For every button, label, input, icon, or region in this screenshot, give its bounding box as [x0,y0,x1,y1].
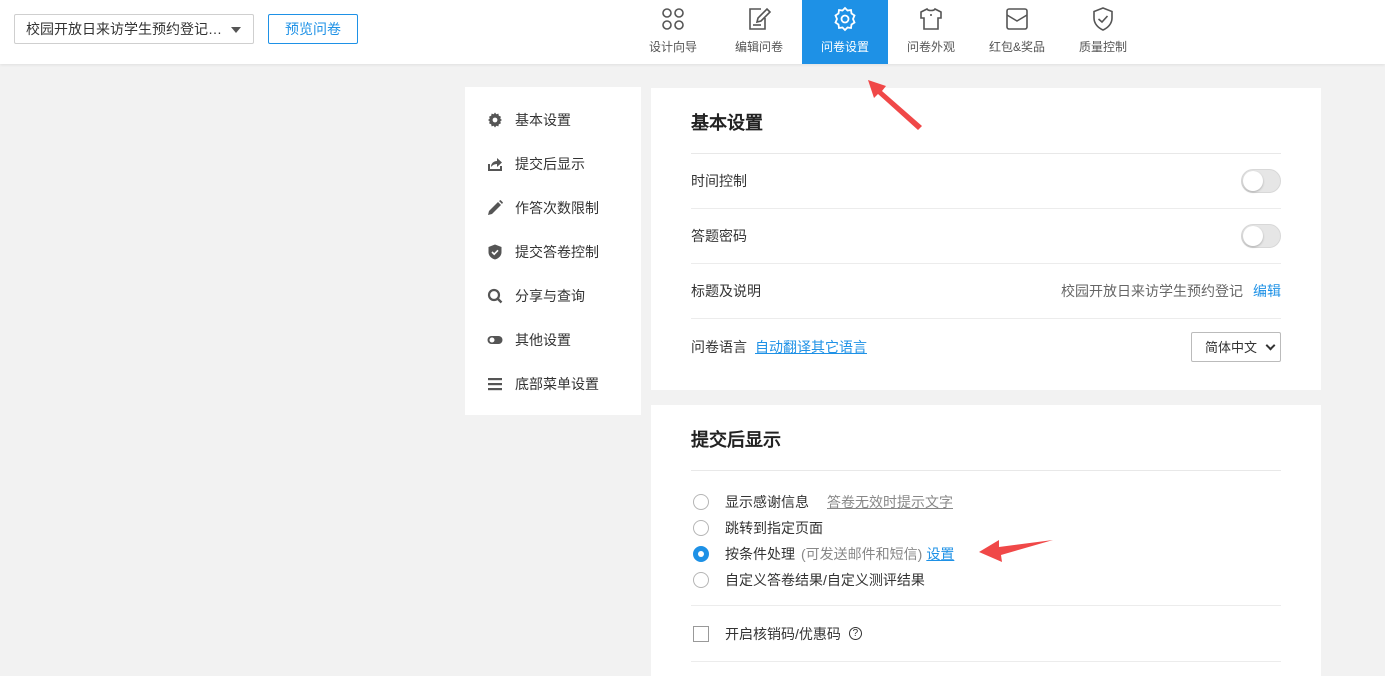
help-icon[interactable]: ? [848,627,862,640]
nav-red-envelope[interactable]: 红包&奖品 [974,0,1060,64]
main-nav: 设计向导 编辑问卷 问卷设置 问卷外观 红包&奖品 质量控制 [630,0,1146,64]
sidebar-item-basic[interactable]: 基本设置 [465,98,641,142]
option-conditional: 按条件处理 (可发送邮件和短信) 设置 [691,541,1281,567]
option-redirect: 跳转到指定页面 [691,515,1281,541]
survey-title-value: 校园开放日来访学生预约登记 [1061,283,1243,299]
coupon-row: 开启核销码/优惠码 ? [691,606,1281,662]
option-label: 按条件处理 [725,546,795,562]
nav-edit-survey[interactable]: 编辑问卷 [716,0,802,64]
after-submit-options: 显示感谢信息 答卷无效时提示文字 跳转到指定页面 按条件处理 (可发送邮件和短信… [691,471,1281,606]
coupon-checkbox[interactable] [693,625,709,642]
preview-survey-button[interactable]: 预览问卷 [268,14,358,44]
sidebar-item-bottom-menu[interactable]: 底部菜单设置 [465,362,641,406]
survey-settings-icon [834,6,856,32]
share-out-icon [488,158,502,171]
language-label: 问卷语言 [691,338,747,355]
title-desc-row: 标题及说明 校园开放日来访学生预约登记 编辑 [691,264,1281,319]
option-label: 显示感谢信息 [725,494,809,510]
search-icon [487,288,503,304]
red-envelope-icon [1006,8,1028,30]
nav-quality-control[interactable]: 质量控制 [1060,0,1146,64]
language-row: 问卷语言 自动翻译其它语言 简体中文 [691,319,1281,374]
sidebar-item-label: 提交后显示 [515,156,585,172]
sidebar-item-label: 底部菜单设置 [515,376,599,392]
sidebar-item-label: 提交答卷控制 [515,244,599,260]
password-toggle[interactable] [1241,224,1281,248]
shield-check-icon [488,244,502,260]
nav-survey-settings[interactable]: 问卷设置 [802,0,888,64]
radio-conditional[interactable] [693,546,709,562]
password-label: 答题密码 [691,228,747,244]
section-title: 基本设置 [691,88,1281,154]
title-desc-label: 标题及说明 [691,283,761,299]
sidebar-item-share-query[interactable]: 分享与查询 [465,274,641,318]
language-value: 简体中文 [1205,340,1258,355]
nav-label: 编辑问卷 [734,40,783,54]
survey-title: 校园开放日来访学生预约登记… [26,21,222,37]
language-select[interactable]: 简体中文 [1191,331,1281,362]
time-control-toggle[interactable] [1241,169,1281,193]
auto-translate-link[interactable]: 自动翻译其它语言 [755,337,867,357]
invalid-answer-hint-link[interactable]: 答卷无效时提示文字 [827,492,953,512]
nav-label: 质量控制 [1078,40,1127,54]
pencil-icon [488,200,503,215]
toggle-icon [487,336,503,344]
design-wizard-icon [662,8,684,30]
appearance-shirt-icon [920,7,942,30]
option-note: (可发送邮件和短信) [801,546,923,562]
section-title: 提交后显示 [691,405,1281,471]
sidebar-item-label: 其他设置 [515,332,571,348]
basic-settings-panel: 基本设置 时间控制 答题密码 标题及说明 校园开放日来访学生预约登记 编辑 问卷… [651,88,1321,390]
nav-label: 问卷外观 [906,40,955,54]
conditional-settings-link[interactable]: 设置 [926,544,954,564]
radio-custom-result[interactable] [693,572,709,588]
survey-selector[interactable]: 校园开放日来访学生预约登记… [14,14,254,44]
option-label: 跳转到指定页面 [725,520,823,536]
nav-label: 问卷设置 [820,40,869,54]
edit-survey-icon [749,7,772,30]
caret-down-icon [231,27,241,33]
radio-thanks[interactable] [693,494,709,510]
gear-icon [488,112,502,128]
quality-shield-icon [1093,7,1113,31]
edit-title-link[interactable]: 编辑 [1253,281,1281,301]
nav-design-wizard[interactable]: 设计向导 [630,0,716,64]
radio-redirect[interactable] [693,520,709,536]
time-control-row: 时间控制 [691,154,1281,209]
sidebar-item-answer-limit[interactable]: 作答次数限制 [465,186,641,230]
nav-label: 设计向导 [648,40,697,54]
coupon-label: 开启核销码/优惠码 [725,625,841,642]
after-submit-panel: 提交后显示 显示感谢信息 答卷无效时提示文字 跳转到指定页面 按条件处理 (可发… [651,405,1321,676]
option-label: 自定义答卷结果/自定义测评结果 [725,572,925,588]
settings-sidebar: 基本设置 提交后显示 作答次数限制 提交答卷控制 分享与查询 其他设置 底部菜单… [465,87,641,415]
nav-label: 红包&奖品 [988,40,1045,54]
sidebar-item-submit-control[interactable]: 提交答卷控制 [465,230,641,274]
password-row: 答题密码 [691,209,1281,264]
sidebar-item-label: 分享与查询 [515,288,585,304]
chevron-down-icon [1265,340,1276,350]
top-bar: 校园开放日来访学生预约登记… 预览问卷 设计向导 编辑问卷 问卷设置 问卷外观 … [0,0,1385,64]
sidebar-item-label: 基本设置 [515,112,571,128]
sidebar-item-label: 作答次数限制 [515,200,599,216]
menu-lines-icon [488,378,502,391]
option-thanks: 显示感谢信息 答卷无效时提示文字 [691,489,1281,515]
option-custom-result: 自定义答卷结果/自定义测评结果 [691,567,1281,593]
nav-appearance[interactable]: 问卷外观 [888,0,974,64]
sidebar-item-other[interactable]: 其他设置 [465,318,641,362]
time-control-label: 时间控制 [691,173,747,189]
sidebar-item-after-submit[interactable]: 提交后显示 [465,142,641,186]
